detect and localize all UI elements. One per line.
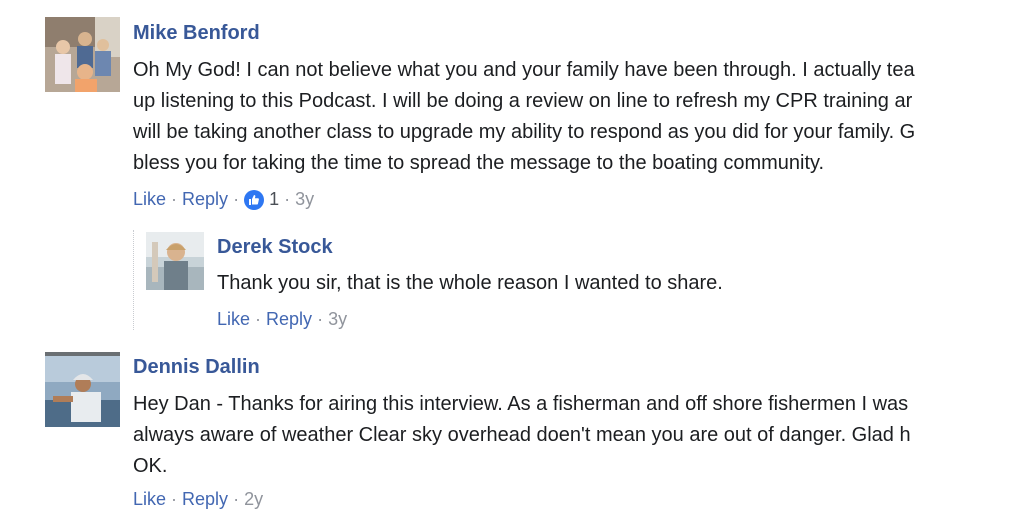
reaction-count[interactable]: 1 [269,189,279,210]
comment-text: Thank you sir, that is the whole reason … [217,268,1007,299]
like-button[interactable]: Like [133,189,166,210]
separator-dot: · [171,489,178,509]
comment-text-line: OK. [133,455,168,477]
like-button[interactable]: Like [133,489,166,510]
comment-actions: Like · Reply · 1 · 3y [133,189,314,210]
timestamp[interactable]: 3y [328,309,347,330]
separator-dot: · [255,309,262,329]
avatar-derek-photo-icon [146,232,204,290]
comment-author[interactable]: Dennis Dallin [133,356,260,379]
timestamp[interactable]: 3y [295,189,314,210]
separator-dot: · [233,189,240,209]
avatar[interactable] [146,232,204,290]
reply-thread-line [133,230,134,330]
comment-actions: Like · Reply · 2y [133,489,263,510]
avatar[interactable] [45,352,120,427]
comment-text-line: Thank you sir, that is the whole reason … [217,272,723,294]
separator-dot: · [171,189,178,209]
avatar-dennis-photo-icon [45,352,120,427]
like-button[interactable]: Like [217,309,250,330]
comment-text: Oh My God! I can not believe what you an… [133,55,995,179]
comment-text-line: will be taking another class to upgrade … [133,121,916,143]
reply-button[interactable]: Reply [182,489,228,510]
comment-actions: Like · Reply · 3y [217,309,347,330]
comment-author[interactable]: Derek Stock [217,236,333,259]
thumbs-up-icon [249,194,259,205]
reply-button[interactable]: Reply [182,189,228,210]
comment-text-line: bless you for taking the time to spread … [133,152,825,174]
comment-text-line: up listening to this Podcast. I will be … [133,90,913,112]
comment-text-line: always aware of weather Clear sky overhe… [133,424,911,446]
comment-text: Hey Dan - Thanks for airing this intervi… [133,389,995,482]
comment-text-line: Oh My God! I can not believe what you an… [133,59,915,81]
reply-button[interactable]: Reply [266,309,312,330]
timestamp[interactable]: 2y [244,489,263,510]
comment-author[interactable]: Mike Benford [133,22,260,45]
separator-dot: · [317,309,324,329]
avatar[interactable] [45,17,120,92]
avatar-family-photo-icon [45,17,120,92]
like-icon[interactable] [244,189,265,210]
separator-dot: · [233,489,240,509]
comment-text-line: Hey Dan - Thanks for airing this intervi… [133,393,909,415]
separator-dot: · [284,189,291,209]
